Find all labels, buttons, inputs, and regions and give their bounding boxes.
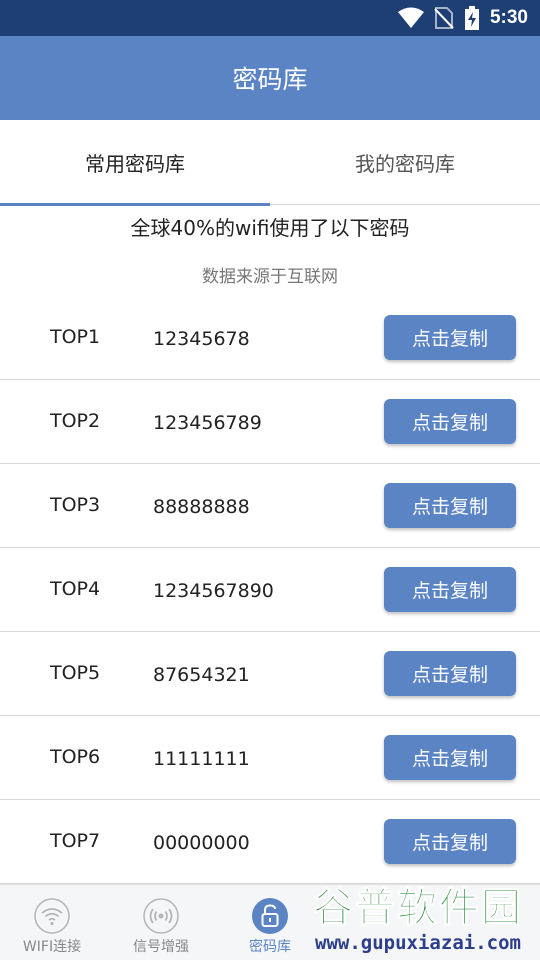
list-item: TOP1 12345678 点击复制: [0, 296, 540, 380]
watermark-logo: 谷普软件园: [313, 885, 523, 932]
wifi-icon: [397, 7, 424, 28]
status-time: 5:30: [489, 7, 528, 28]
password-value: 11111111: [153, 748, 250, 770]
tab-common-passwords[interactable]: 常用密码库: [0, 120, 270, 206]
rank-label: TOP7: [50, 830, 101, 852]
copy-button[interactable]: 点击复制: [384, 483, 516, 528]
rank-label: TOP1: [50, 326, 101, 348]
headline: 全球40%的wifi使用了以下密码: [130, 216, 410, 240]
tab-my-passwords[interactable]: 我的密码库: [270, 120, 540, 205]
nav-item-wifi-connect[interactable]: WIFI连接: [2, 885, 102, 960]
page-title: 密码库: [232, 65, 308, 94]
rank-label: TOP4: [50, 578, 101, 600]
copy-button[interactable]: 点击复制: [384, 399, 516, 444]
nav-item-signal-boost[interactable]: 信号增强: [111, 885, 211, 960]
list-item: TOP4 1234567890 点击复制: [0, 548, 540, 632]
list-item: TOP5 87654321 点击复制: [0, 632, 540, 716]
rank-label: TOP2: [50, 410, 101, 432]
copy-button[interactable]: 点击复制: [384, 567, 516, 612]
status-icons: 5:30: [397, 0, 528, 36]
nav-label: WIFI连接: [22, 939, 82, 955]
lock-icon: [252, 898, 288, 934]
watermark: 谷普软件园 www.gupuxiazai.com: [296, 876, 540, 960]
tab-bar: 常用密码库 我的密码库: [0, 120, 540, 206]
list-item: TOP7 00000000 点击复制: [0, 800, 540, 884]
list-item: TOP2 123456789 点击复制: [0, 380, 540, 464]
password-value: 00000000: [153, 832, 250, 854]
list-item: TOP6 11111111 点击复制: [0, 716, 540, 800]
copy-button[interactable]: 点击复制: [384, 819, 516, 864]
status-bar: 5:30: [0, 0, 540, 36]
battery-charging-icon: [464, 6, 479, 30]
no-sim-icon: [434, 7, 454, 29]
tab-label: 常用密码库: [85, 152, 185, 176]
data-source-note: 数据来源于互联网: [202, 267, 338, 287]
password-value: 12345678: [153, 328, 250, 350]
wifi-icon: [34, 898, 70, 934]
tab-label: 我的密码库: [355, 152, 455, 176]
signal-icon: [143, 898, 179, 934]
password-value: 88888888: [153, 496, 250, 518]
nav-label: 信号增强: [133, 939, 189, 955]
watermark-url: www.gupuxiazai.com: [315, 932, 521, 954]
list-item: TOP3 88888888 点击复制: [0, 464, 540, 548]
password-list: TOP1 12345678 点击复制 TOP2 123456789 点击复制 T…: [0, 296, 540, 884]
copy-button[interactable]: 点击复制: [384, 315, 516, 360]
rank-label: TOP3: [50, 494, 101, 516]
password-value: 87654321: [153, 664, 250, 686]
password-value: 1234567890: [153, 580, 274, 602]
rank-label: TOP6: [50, 746, 101, 768]
rank-label: TOP5: [50, 662, 101, 684]
copy-button[interactable]: 点击复制: [384, 735, 516, 780]
copy-button[interactable]: 点击复制: [384, 651, 516, 696]
app-bar: 密码库: [0, 36, 540, 120]
password-value: 123456789: [153, 412, 262, 434]
